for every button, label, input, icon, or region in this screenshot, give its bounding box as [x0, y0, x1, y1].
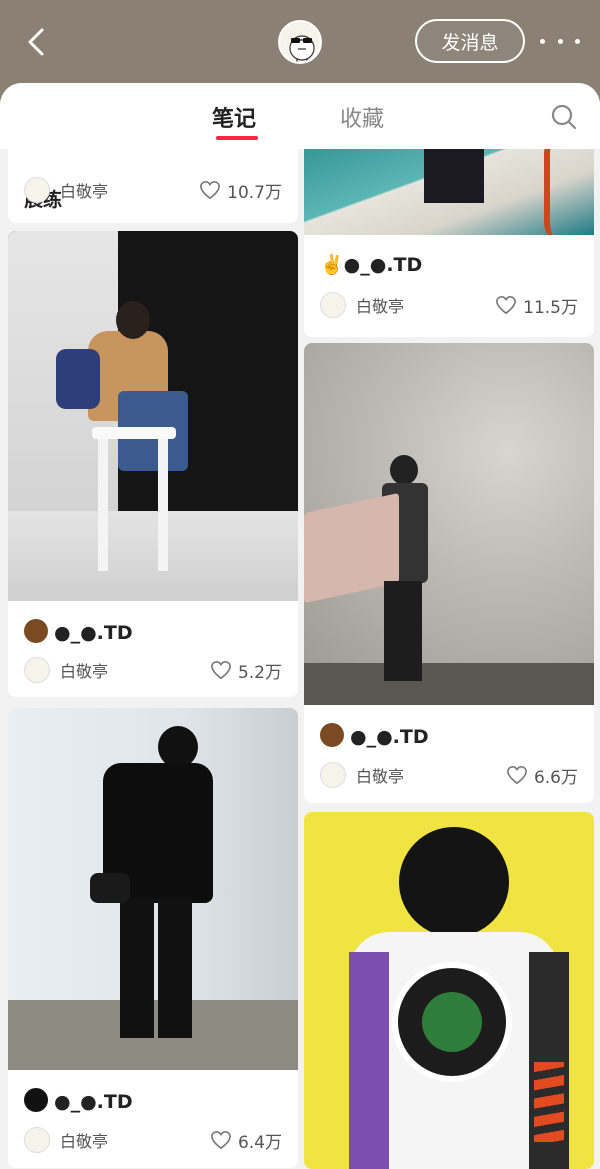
like-count: 11.5万 [523, 297, 578, 318]
note-card[interactable]: ✌️●_●.TD 白敬亭 11.5万 [304, 123, 594, 337]
author-avatar [24, 1127, 50, 1153]
note-card[interactable]: ●_●.TD 白敬亭 6.6万 [304, 343, 594, 803]
like-button[interactable]: 6.4万 [210, 1126, 282, 1154]
card-image [304, 343, 594, 705]
duck-avatar-icon [289, 35, 315, 62]
like-button[interactable]: 5.2万 [210, 656, 282, 684]
card-author[interactable]: 白敬亭 [320, 291, 404, 319]
active-tab-indicator [216, 136, 258, 140]
like-count: 6.6万 [533, 767, 578, 788]
note-card[interactable]: ●_●.TD 白敬亭 5.2万 [8, 231, 298, 697]
card-author[interactable]: 白敬亭 [320, 761, 404, 789]
heart-icon [211, 660, 231, 680]
author-name: 白敬亭 [60, 662, 109, 681]
back-button[interactable] [18, 22, 54, 62]
avatar[interactable] [278, 20, 322, 64]
note-card[interactable] [304, 812, 594, 1169]
heart-icon [496, 295, 517, 315]
heart-icon [200, 180, 221, 200]
like-button[interactable]: 10.7万 [199, 176, 282, 204]
card-author[interactable]: 白敬亭 [24, 656, 108, 684]
heart-icon [507, 765, 527, 785]
tab-notes[interactable]: 笔记 [212, 101, 256, 133]
author-name: 白敬亭 [356, 767, 405, 786]
author-avatar [320, 292, 346, 318]
card-title: ●_●.TD [24, 619, 133, 644]
like-count: 10.7万 [227, 182, 282, 203]
card-title: ✌️●_●.TD [320, 254, 423, 276]
chevron-left-icon [28, 28, 44, 56]
author-name: 白敬亭 [60, 1132, 109, 1151]
card-title: ●_●.TD [24, 1088, 133, 1113]
card-author[interactable]: 白敬亭 [24, 176, 108, 204]
black-circle-emoji-icon [24, 1088, 48, 1112]
more-dots-icon[interactable] [540, 30, 580, 52]
card-image [8, 708, 298, 1070]
author-avatar [320, 762, 346, 788]
tab-collections[interactable]: 收藏 [340, 101, 384, 133]
like-button[interactable]: 11.5万 [495, 291, 578, 319]
brown-circle-emoji-icon [24, 619, 48, 643]
tab-bar: 笔记 收藏 [0, 83, 600, 149]
card-image [304, 812, 594, 1169]
author-avatar [24, 657, 50, 683]
card-title: ●_●.TD [320, 723, 429, 748]
send-message-button[interactable]: 发消息 [415, 19, 525, 63]
author-name: 白敬亭 [60, 182, 109, 201]
heart-icon [211, 1130, 231, 1150]
card-author[interactable]: 白敬亭 [24, 1126, 108, 1154]
brown-circle-emoji-icon [320, 723, 344, 747]
search-icon[interactable] [550, 103, 578, 131]
note-card[interactable]: ●_●.TD 白敬亭 6.4万 [8, 708, 298, 1168]
like-button[interactable]: 6.6万 [506, 761, 578, 789]
author-avatar [24, 177, 50, 203]
like-count: 5.2万 [237, 662, 282, 683]
like-count: 6.4万 [237, 1132, 282, 1153]
card-image [8, 231, 298, 601]
content-sheet: 笔记 收藏 晨练 白敬亭 10.7万 ✌️●_●.TD 白敬亭 [0, 83, 600, 1169]
author-name: 白敬亭 [356, 297, 405, 316]
